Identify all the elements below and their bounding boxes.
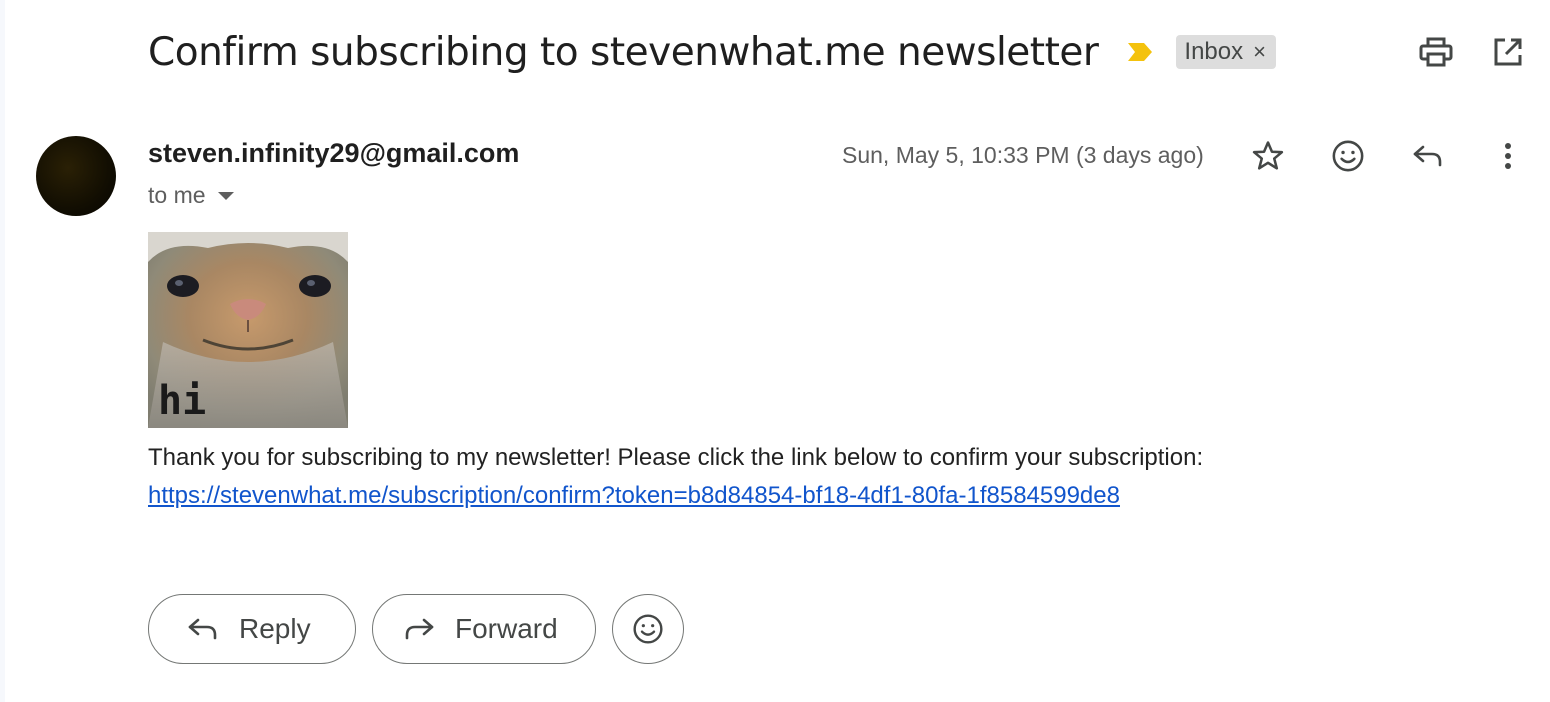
reply-button[interactable]: Reply xyxy=(148,594,356,664)
image-caption: hi xyxy=(158,378,206,424)
more-vert-icon[interactable] xyxy=(1488,136,1528,176)
reply-button-label: Reply xyxy=(239,613,311,644)
confirm-subscription-link[interactable]: https://stevenwhat.me/subscription/confi… xyxy=(148,482,1120,510)
left-edge xyxy=(0,0,5,702)
importance-marker-icon[interactable] xyxy=(1126,41,1154,63)
recipient-label: to me xyxy=(148,182,206,208)
forward-button-label: Forward xyxy=(455,613,558,644)
sender-avatar[interactable] xyxy=(36,136,116,216)
emoji-icon[interactable] xyxy=(1328,136,1368,176)
inbox-label-chip[interactable]: Inbox × xyxy=(1176,35,1276,69)
remove-label-icon[interactable]: × xyxy=(1253,39,1266,65)
sender-email[interactable]: steven.infinity29@gmail.com xyxy=(148,138,519,169)
email-date: Sun, May 5, 10:33 PM (3 days ago) xyxy=(842,142,1204,168)
star-icon[interactable] xyxy=(1248,136,1288,176)
emoji-icon xyxy=(632,613,664,645)
cat-image: hi xyxy=(148,232,348,428)
emoji-reaction-button[interactable] xyxy=(612,594,684,664)
email-view: Confirm subscribing to stevenwhat.me new… xyxy=(0,0,1550,702)
reply-icon[interactable] xyxy=(1408,136,1448,176)
recipient-details-toggle[interactable]: to me xyxy=(148,182,234,209)
open-in-new-icon[interactable] xyxy=(1488,32,1528,72)
chevron-down-icon xyxy=(217,191,234,200)
subject-row: Confirm subscribing to stevenwhat.me new… xyxy=(148,24,1276,80)
email-subject: Confirm subscribing to stevenwhat.me new… xyxy=(148,29,1099,75)
print-icon[interactable] xyxy=(1416,32,1456,72)
forward-button[interactable]: Forward xyxy=(372,594,596,664)
inbox-label-text: Inbox xyxy=(1184,38,1244,65)
forward-icon xyxy=(403,613,435,645)
email-body-text: Thank you for subscribing to my newslett… xyxy=(148,444,1204,471)
reply-icon xyxy=(187,613,219,645)
